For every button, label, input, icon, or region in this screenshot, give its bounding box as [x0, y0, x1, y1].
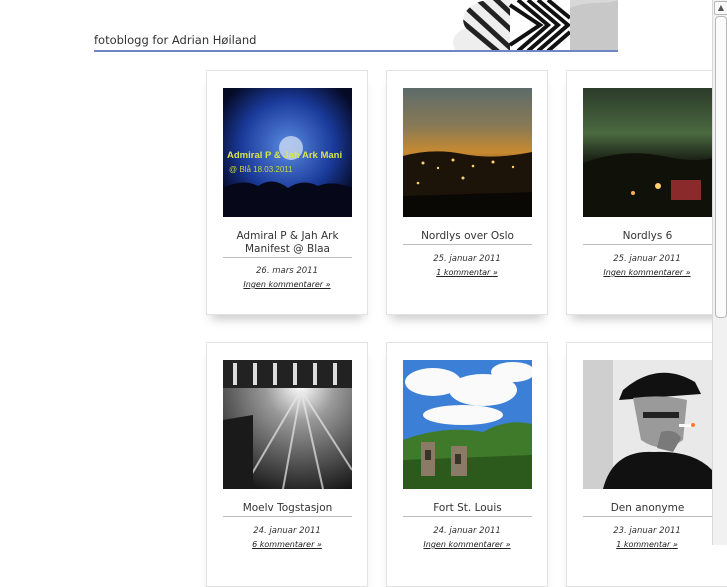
post-thumbnail-fort-st-louis[interactable]	[403, 360, 532, 489]
post-title[interactable]: Nordlys over Oslo	[403, 230, 532, 245]
post-comments-link[interactable]: Ingen kommentarer »	[567, 268, 727, 277]
post-title[interactable]: Fort St. Louis	[403, 502, 532, 517]
post-title[interactable]: Admiral P & Jah Ark Manifest @ Blaa	[223, 230, 352, 258]
post-card: Moelv Togstasjon 24. januar 2011 6 komme…	[206, 342, 368, 587]
site-title[interactable]: fotoblogg for Adrian Høiland	[94, 33, 256, 47]
post-date: 25. januar 2011	[613, 254, 681, 264]
post-thumbnail-moelv[interactable]	[223, 360, 352, 489]
post-title[interactable]: Nordlys 6	[583, 230, 712, 245]
post-card: Fort St. Louis 24. januar 2011 Ingen kom…	[386, 342, 548, 587]
post-date: 23. januar 2011	[613, 526, 681, 536]
thumb-caption: Admiral P & Jah Ark Mani	[227, 150, 342, 161]
post-date: 26. mars 2011	[256, 266, 318, 276]
scrollbar-thumb[interactable]	[715, 16, 727, 318]
post-thumbnail-nordlys-oslo[interactable]	[403, 88, 532, 217]
post-comments-link[interactable]: Ingen kommentarer »	[207, 280, 367, 289]
post-comments-link[interactable]: 1 kommentar »	[387, 268, 547, 277]
post-title[interactable]: Den anonyme	[583, 502, 712, 517]
post-thumbnail-den-anonyme[interactable]	[583, 360, 712, 489]
post-date: 24. januar 2011	[253, 526, 321, 536]
post-card: Admiral P & Jah Ark Mani @ Blå 18.03.201…	[206, 70, 368, 315]
thumb-caption-date: @ Blå 18.03.2011	[229, 165, 293, 174]
post-date: 25. januar 2011	[433, 254, 501, 264]
post-thumbnail-nordlys-6[interactable]	[583, 88, 712, 217]
vertical-scrollbar[interactable]: ▲	[712, 0, 727, 545]
post-title[interactable]: Moelv Togstasjon	[223, 502, 352, 517]
scroll-up-arrow-icon[interactable]: ▲	[714, 1, 727, 15]
post-card: Nordlys 6 25. januar 2011 Ingen kommenta…	[566, 70, 727, 315]
header-divider	[94, 50, 618, 52]
post-thumbnail-admiral-p[interactable]: Admiral P & Jah Ark Mani @ Blå 18.03.201…	[223, 88, 352, 217]
zebra-pattern-icon	[453, 0, 618, 51]
post-card: Nordlys over Oslo 25. januar 2011 1 komm…	[386, 70, 548, 315]
post-date: 24. januar 2011	[433, 526, 501, 536]
header-banner-image	[448, 0, 618, 51]
post-card: Den anonyme 23. januar 2011 1 kommentar …	[566, 342, 727, 587]
